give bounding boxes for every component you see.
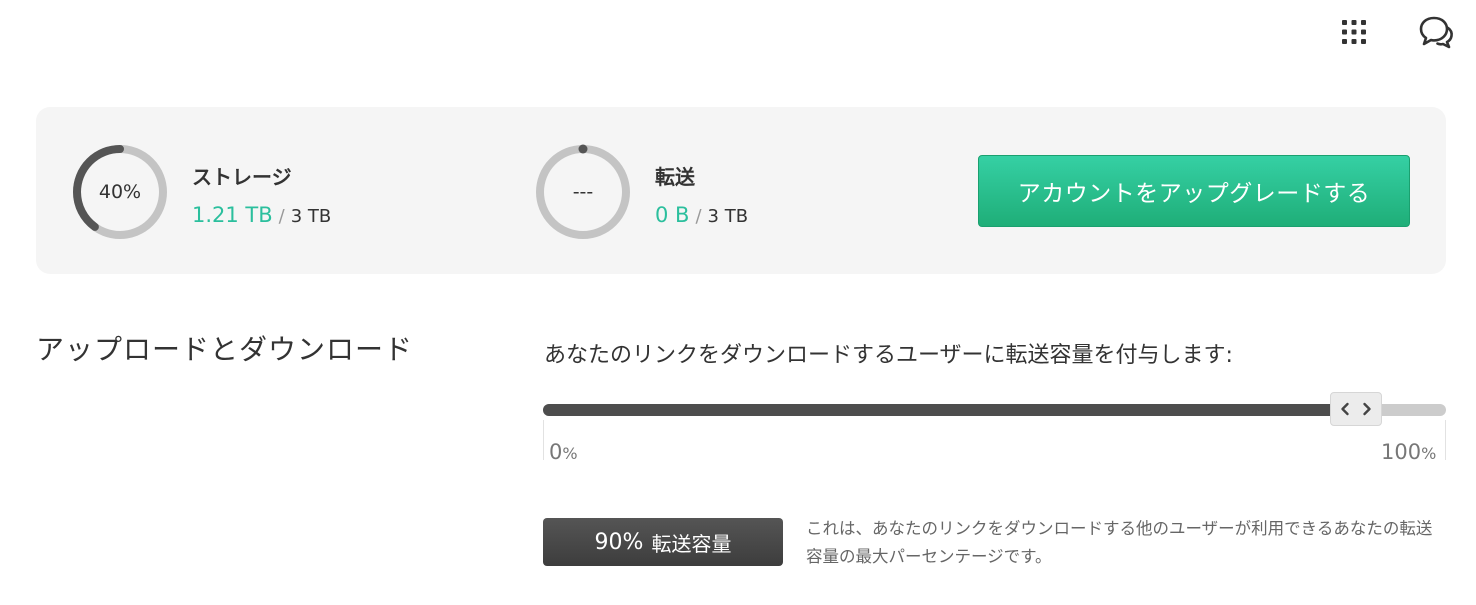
transfer-ring-meter: --- (533, 142, 633, 242)
slider-max-unit: % (1421, 444, 1437, 463)
slider-prompt: あなたのリンクをダウンロードするユーザーに転送容量を付与します: (544, 343, 1233, 368)
upgrade-account-button[interactable]: アカウントをアップグレードする (978, 155, 1410, 227)
slider-min-unit: % (562, 444, 578, 463)
slider-min-label: 0% (549, 440, 578, 464)
transfer-percent: --- (572, 181, 594, 203)
help-text: これは、あなたのリンクをダウンロードする他のユーザーが利用できるあなたの転送容量… (806, 519, 1433, 566)
badge-label: 転送容量 (651, 531, 732, 556)
storage-used: 1.21 TB (192, 203, 273, 227)
slider-max-tick (1445, 420, 1446, 460)
storage-ring-meter: 40% (70, 142, 170, 242)
slider-fill (543, 404, 1356, 416)
chevron-left-icon (1340, 402, 1349, 416)
transfer-quota-slider-track[interactable] (543, 404, 1446, 416)
storage-total: 3 TB (290, 206, 332, 227)
storage-separator: / (278, 206, 285, 227)
transfer-separator: / (695, 206, 702, 227)
chat-bubbles-icon[interactable] (1418, 14, 1454, 50)
slider-max-label: 100% (1381, 440, 1436, 464)
transfer-used: 0 B (655, 203, 690, 227)
slider-min-value: 0 (549, 440, 563, 464)
section-title: アップロードとダウンロード (36, 333, 414, 366)
badge-value: 90% (594, 529, 644, 555)
storage-title: ストレージ (192, 165, 292, 189)
transfer-quota-badge: 90% 転送容量 (543, 518, 783, 566)
slider-handle[interactable] (1329, 392, 1382, 426)
apps-grid-icon[interactable] (1336, 14, 1372, 50)
slider-min-tick (543, 420, 544, 460)
usage-summary-panel: 40% ストレージ 1.21 TB/3 TB --- 転送 0 B/3 TB ア… (36, 107, 1446, 274)
storage-percent: 40% (98, 181, 142, 203)
transfer-total: 3 TB (707, 206, 749, 227)
transfer-amount: 0 B/3 TB (655, 203, 748, 227)
chevron-right-icon (1362, 402, 1371, 416)
transfer-title: 転送 (655, 165, 695, 189)
slider-max-value: 100 (1381, 440, 1422, 464)
storage-amount: 1.21 TB/3 TB (192, 203, 331, 227)
